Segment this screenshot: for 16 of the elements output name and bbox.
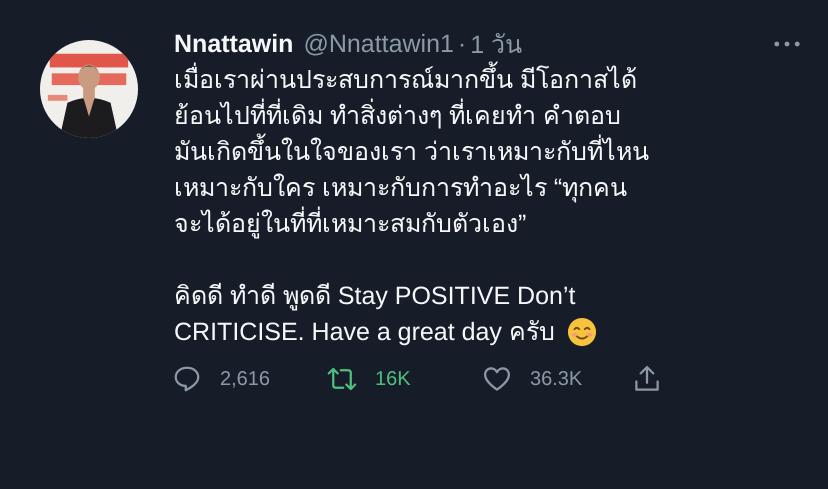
tweet-text-line: มันเกิดขึ้นในใจของเรา ว่าเราเหมาะกับที่ไหน xyxy=(174,134,649,170)
tweet-text-line: จะได้อยู่ในที่ที่เหมาะสมกับตัวเอง” xyxy=(174,206,526,242)
action-count: 2,616 xyxy=(220,368,270,390)
tweet-text-line: CRITICISE. Have a great day ครับ xyxy=(174,317,555,348)
tweet-text-line: คิดดี ทำดี พูดดี Stay POSITIVE Don’t xyxy=(174,281,576,312)
action-count: 36.3K xyxy=(530,368,582,390)
tweet-text-line: ย้อนไปที่ที่เดิม ทำสิ่งต่างๆ ที่เคยทำ คำตอบ xyxy=(174,98,621,134)
user-handle[interactable]: @Nnattawin1 xyxy=(303,30,454,58)
tweet-text-line: เหมาะกับใคร เหมาะกับการทำอะไร “ทุกคน xyxy=(174,172,628,204)
reply-icon[interactable] xyxy=(172,364,202,394)
tweet-text-line: เมื่อเราผ่านประสบการณ์มากขึ้น มีโอกาสได้ xyxy=(174,62,637,98)
separator-dot: · xyxy=(458,30,466,58)
smiley-icon xyxy=(566,317,597,347)
display-name[interactable]: Nnattawin xyxy=(174,30,294,58)
more-icon[interactable] xyxy=(774,41,800,47)
action-count: 16K xyxy=(375,368,411,390)
